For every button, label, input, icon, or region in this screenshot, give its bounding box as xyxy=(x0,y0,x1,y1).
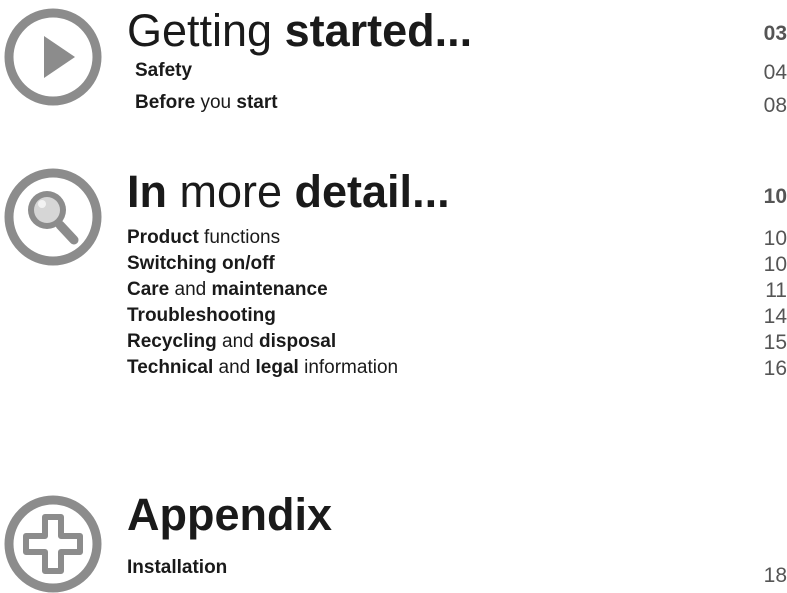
toc-entry-care-and-maintenance[interactable]: Care and maintenance xyxy=(127,278,328,302)
toc-page-number: 04 xyxy=(763,61,787,84)
toc-page-number: 10 xyxy=(763,227,787,250)
toc-page-number: 14 xyxy=(763,305,787,328)
toc-entry-product-functions[interactable]: Product functions xyxy=(127,226,280,250)
play-icon xyxy=(4,8,102,106)
toc-page-number: 15 xyxy=(763,331,787,354)
toc-entry-safety[interactable]: Safety xyxy=(135,59,192,83)
toc-entry-before-you-start[interactable]: Before you start xyxy=(135,91,278,115)
section-heading-in-more-detail: In more detail... xyxy=(127,166,450,217)
toc-entry-troubleshooting[interactable]: Troubleshooting xyxy=(127,304,276,328)
toc-page-number: 08 xyxy=(763,94,787,117)
toc-entry-technical-and-legal-information[interactable]: Technical and legal information xyxy=(127,356,398,380)
toc-page-number: 18 xyxy=(763,564,787,587)
section-page-number: 10 xyxy=(763,185,787,208)
toc-entry-recycling-and-disposal[interactable]: Recycling and disposal xyxy=(127,330,336,354)
section-heading-getting-started: Getting started... xyxy=(127,5,473,56)
toc-page-number: 16 xyxy=(763,357,787,380)
section-heading-appendix: Appendix xyxy=(127,489,333,540)
section-page-number: 03 xyxy=(763,22,787,45)
plus-icon xyxy=(4,495,102,593)
toc-page-number: 11 xyxy=(765,279,787,302)
magnifier-icon xyxy=(4,168,102,266)
toc-entry-installation[interactable]: Installation xyxy=(127,556,227,580)
toc-page-number: 10 xyxy=(763,253,787,276)
toc-entry-switching-on-off[interactable]: Switching on/off xyxy=(127,252,275,276)
